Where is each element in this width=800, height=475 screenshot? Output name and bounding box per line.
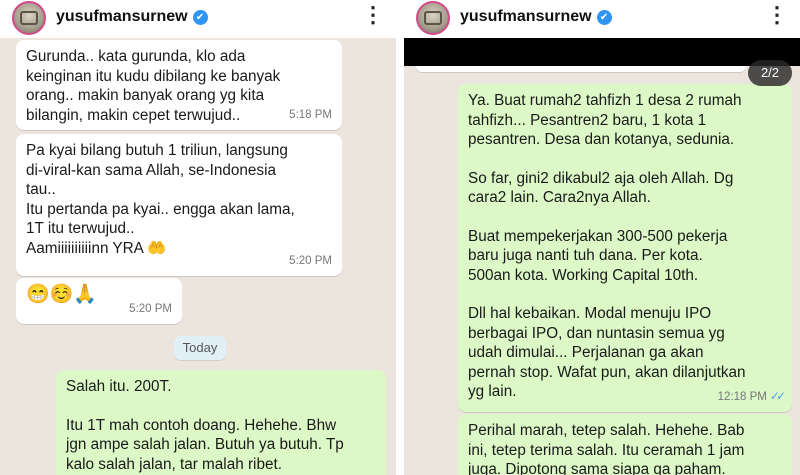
username: yusufmansurnew (460, 8, 592, 25)
panel-divider (396, 0, 404, 475)
message-text: Pa kyai bilang butuh 1 triliun, langsung… (26, 142, 295, 237)
verified-badge-icon: ✔ (192, 10, 208, 25)
message-time: 5:18 PM (289, 108, 332, 121)
incoming-message: Pa kyai bilang butuh 1 triliun, langsung… (16, 134, 342, 276)
username-link[interactable]: yusufmansurnew ✔ (460, 8, 612, 26)
message-time: 12:18 PM ✓✓ (717, 387, 786, 408)
verified-badge-icon: ✔ (596, 10, 612, 25)
more-vert-icon[interactable]: ⋮ (766, 4, 788, 26)
time-label: 12:18 PM (717, 390, 767, 403)
message-time: 5:20 PM (129, 302, 172, 315)
chat-area: Ya. Buat rumah2 tahfizh 1 desa 2 rumah t… (404, 66, 800, 475)
message-text: Salah itu. 200T. (66, 378, 172, 395)
message-text: Ya. Buat rumah2 tahfizh 1 desa 2 rumah t… (468, 92, 742, 148)
chat-area: Gurunda.. kata gurunda, klo ada keingina… (0, 38, 396, 475)
profile-header: yusufmansurnew ✔ ⋮ (404, 0, 800, 38)
double-check-icon: ✓✓ (769, 388, 786, 403)
date-separator: Today (174, 336, 226, 360)
incoming-message: 😁☺️🙏 5:20 PM (16, 278, 182, 324)
username: yusufmansurnew (56, 8, 188, 25)
message-text: Aamiiiiiiiiiinn YRA 🤲 (26, 239, 167, 257)
message-text: Gurunda.. kata gurunda, klo ada keingina… (26, 48, 281, 124)
message-text: Itu 1T mah contoh doang. Hehehe. Bhw jgn… (66, 416, 344, 473)
avatar[interactable] (12, 1, 46, 35)
carousel-counter: 2/2 (748, 60, 792, 86)
incoming-message: Gurunda.. kata gurunda, klo ada keingina… (16, 40, 342, 130)
profile-header: yusufmansurnew ✔ ⋮ (0, 0, 396, 38)
more-vert-icon[interactable]: ⋮ (362, 4, 384, 26)
message-time: 5:20 PM (289, 254, 332, 267)
message-text: So far, gini2 dikabul2 aja oleh Allah. D… (468, 169, 734, 207)
left-screenshot: yusufmansurnew ✔ ⋮ Gurunda.. kata gurunda… (0, 0, 396, 475)
right-screenshot: yusufmansurnew ✔ ⋮ 2/2 Ya. Buat rumah2 ta… (404, 0, 800, 475)
outgoing-message: Perihal marah, tetep salah. Hehehe. Bab … (458, 414, 792, 475)
media-top-bar (404, 38, 800, 66)
avatar[interactable] (416, 1, 450, 35)
incoming-message-edge (416, 66, 746, 72)
outgoing-message: Salah itu. 200T. Itu 1T mah contoh doang… (56, 370, 386, 475)
username-link[interactable]: yusufmansurnew ✔ (56, 8, 208, 26)
outgoing-message: Ya. Buat rumah2 tahfizh 1 desa 2 rumah t… (458, 84, 792, 412)
message-text: Buat mempekerjakan 300-500 pekerja baru … (468, 227, 728, 284)
message-text: Perihal marah, tetep salah. Hehehe. Bab … (468, 422, 745, 475)
